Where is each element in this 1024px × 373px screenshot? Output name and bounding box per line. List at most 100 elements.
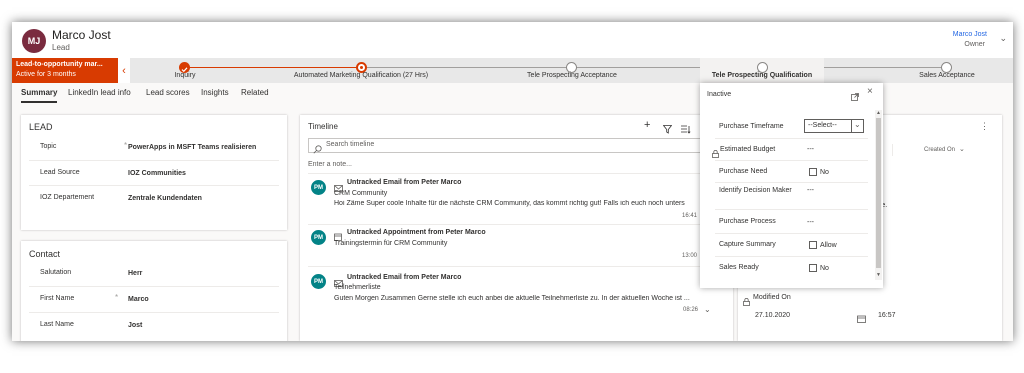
timeline-entry-subtitle: CRM Community (334, 190, 388, 197)
tab-related[interactable]: Related (241, 88, 269, 101)
purchase-need-checkbox[interactable]: No (809, 168, 829, 176)
field-value-last-name[interactable]: Jost (128, 322, 142, 329)
chevron-down-icon[interactable]: ⌄ (854, 120, 861, 129)
tab-lead-scores[interactable]: Lead scores (146, 88, 190, 101)
record-title: Marco Jost (52, 28, 111, 42)
owner-label: Owner (964, 41, 985, 48)
scrollbar-thumb[interactable] (876, 118, 881, 268)
flyout-label-purchase-process: Purchase Process (719, 218, 776, 225)
field-value-lead-source[interactable]: IOZ Communities (128, 170, 186, 177)
required-marker: * (115, 293, 119, 302)
chevron-down-icon[interactable]: ⌄ (704, 305, 711, 314)
timeline-divider (308, 224, 722, 225)
field-label-first-name: First Name (40, 295, 75, 302)
avatar[interactable]: MJ (22, 29, 46, 53)
checkbox-icon (809, 168, 817, 176)
flyout-divider (715, 138, 868, 139)
stage-label-inquiry[interactable]: Inquiry (174, 72, 195, 79)
stage-label-tele-qualification[interactable]: Tele Prospecting Qualification (712, 72, 812, 79)
dock-icon[interactable] (851, 88, 859, 106)
collapse-process-button[interactable]: ‹ (118, 58, 130, 83)
timeline-entry-title[interactable]: Untracked Email from Peter Marco (347, 274, 461, 281)
search-placeholder: Search timeline (326, 141, 375, 148)
field-label-last-name: Last Name (40, 321, 74, 328)
timeline-entry-title[interactable]: Untracked Email from Peter Marco (347, 179, 461, 186)
business-process-bar (12, 58, 1013, 83)
timeline-entry-subtitle: Teilnehmerliste (334, 284, 381, 291)
flyout-label-purchase-timeframe: Purchase Timeframe (719, 123, 784, 130)
field-divider (29, 286, 279, 287)
timeline-divider (308, 266, 722, 267)
tab-insights[interactable]: Insights (201, 88, 229, 101)
lead-section-title: LEAD (29, 122, 53, 132)
stage-connector-completed (185, 67, 361, 68)
flyout-divider (715, 209, 868, 210)
timeline-entry-title[interactable]: Untracked Appointment from Peter Marco (347, 229, 486, 236)
timeline-title: Timeline (308, 122, 338, 131)
close-icon[interactable]: × (867, 86, 873, 97)
timeline-entry-time: 13:00 (682, 253, 698, 259)
timeline-entry-body: Hoi Zäme Super coole Inhalte für die näc… (334, 200, 685, 207)
column-divider (892, 144, 893, 156)
field-value-topic[interactable]: PowerApps in MSFT Teams realisieren (128, 144, 256, 151)
purchase-need-value: No (820, 168, 829, 176)
flyout-divider (715, 160, 868, 161)
stage-connector (367, 67, 947, 68)
timeline-divider (308, 173, 722, 174)
flyout-label-capture-summary: Capture Summary (719, 241, 776, 248)
owner-link[interactable]: Marco Jost (953, 31, 987, 38)
purchase-process-value[interactable]: --- (807, 219, 814, 226)
record-type: Lead (52, 43, 70, 52)
field-label-ioz-departement: IOZ Departement (40, 194, 95, 201)
chevron-down-icon[interactable]: ⌄ (999, 33, 1007, 44)
flyout-label-purchase-need: Purchase Need (719, 168, 768, 175)
select-divider (851, 119, 852, 133)
avatar: PM (311, 230, 326, 245)
field-value-modified-time: 16:57 (878, 312, 896, 319)
app-window: MJ Marco Jost Lead Marco Jost Owner ⌄ Le… (12, 22, 1013, 341)
process-flag[interactable]: Lead-to-opportunity mar... Active for 3 … (12, 58, 118, 83)
capture-summary-checkbox[interactable]: Allow (809, 241, 837, 249)
field-divider (29, 185, 279, 186)
field-divider (29, 160, 279, 161)
process-active-for: Active for 3 months (16, 71, 76, 78)
list-icon[interactable] (681, 121, 691, 139)
field-label-lead-source: Lead Source (40, 169, 80, 176)
timeline-entry-subtitle: Trainingstermin für CRM Community (334, 240, 448, 247)
field-value-first-name[interactable]: Marco (128, 296, 149, 303)
stage-label-tele-acceptance[interactable]: Tele Prospecting Acceptance (527, 72, 617, 79)
checkbox-icon (809, 264, 817, 272)
timeline-entry-time: 16:41 (682, 213, 698, 219)
tab-summary[interactable]: Summary (21, 88, 58, 103)
estimated-budget-value: --- (807, 146, 814, 153)
flyout-label-estimated-budget: Estimated Budget (720, 146, 776, 153)
scroll-down-icon[interactable]: ▼ (876, 272, 881, 278)
flyout-status: Inactive (707, 91, 732, 98)
field-value-ioz-departement[interactable]: Zentrale Kundendaten (128, 195, 202, 202)
filter-icon[interactable] (662, 121, 673, 139)
avatar: PM (311, 274, 326, 289)
add-icon[interactable]: + (644, 119, 650, 131)
flyout-label-sales-ready: Sales Ready (719, 264, 759, 271)
required-marker: * (124, 141, 128, 150)
timeline-entry-time: 08:26 (683, 307, 699, 313)
flyout-divider (715, 256, 868, 257)
field-value-modified-date: 27.10.2020 (755, 312, 791, 319)
identify-decision-maker-value[interactable]: --- (807, 187, 814, 194)
tab-linkedin-lead-info[interactable]: LinkedIn lead info (68, 88, 131, 101)
stage-label-automated-marketing[interactable]: Automated Marketing Qualification (27 Hr… (294, 72, 428, 79)
contact-section-title: Contact (29, 249, 61, 259)
chevron-down-icon[interactable]: ⌄ (959, 145, 965, 153)
field-value-salutation[interactable]: Herr (128, 270, 142, 277)
calendar-icon[interactable] (857, 310, 866, 328)
sales-ready-checkbox[interactable]: No (809, 264, 829, 272)
checkbox-icon (809, 241, 817, 249)
purchase-timeframe-value: --Select-- (808, 122, 837, 129)
sort-label[interactable]: Created On (924, 147, 955, 153)
stage-label-sales-acceptance[interactable]: Sales Acceptance (919, 72, 975, 79)
field-label-modified-on: Modified On (753, 294, 791, 301)
more-options-icon[interactable]: ⋮ (980, 121, 989, 132)
record-header (12, 22, 1013, 58)
scroll-up-icon[interactable]: ▲ (876, 110, 881, 116)
note-input[interactable]: Enter a note... (308, 161, 352, 168)
